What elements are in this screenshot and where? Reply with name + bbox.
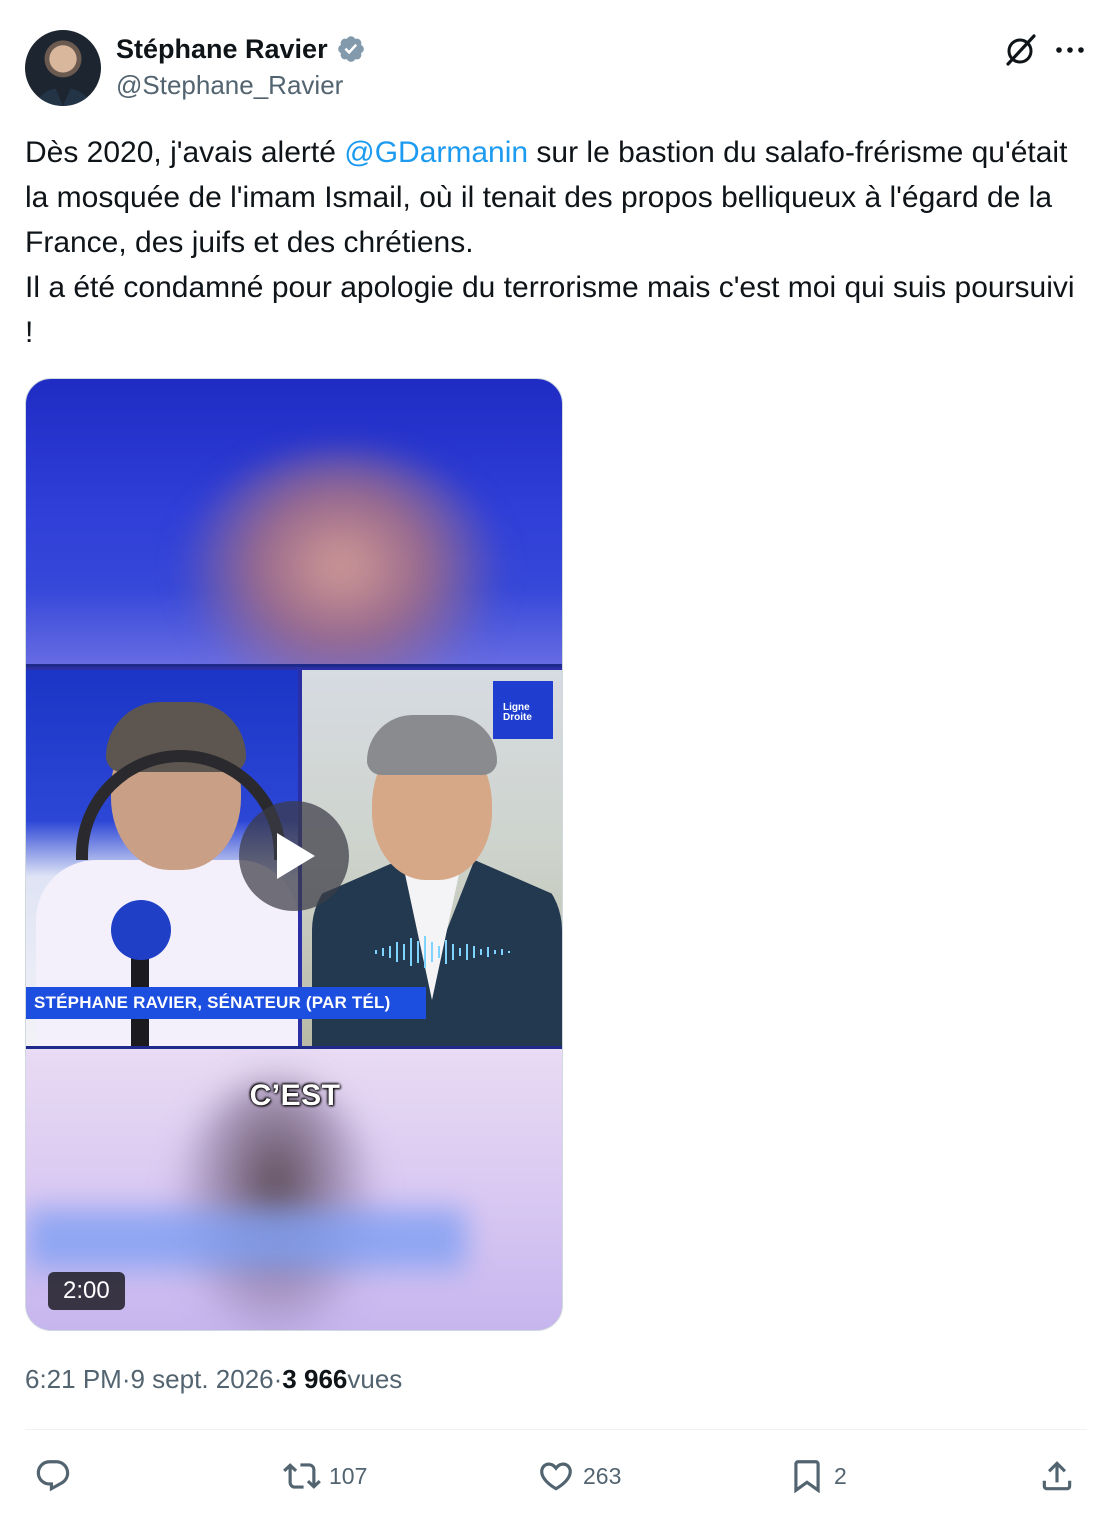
tweet-text: Dès 2020, j'avais alerté @GDarmanin sur … [25,130,1090,355]
video-blur-bar [26,1209,466,1269]
avatar-jacket [31,88,95,106]
video-caption-bar: STÉPHANE RAVIER, SÉNATEUR (PAR TÉL) [26,987,426,1019]
author-name-row: Stéphane Ravier [116,32,366,66]
verified-badge-icon[interactable] [336,34,366,64]
audio-waveform-icon [375,936,510,968]
tweet-meta: 6:21 PM · 9 sept. 2026 · 3 966 vues [25,1364,402,1395]
like-button[interactable]: 263 [537,1450,621,1502]
action-bar: 107 263 2 [0,1450,1111,1505]
tweet-date[interactable]: 9 sept. 2026 [131,1364,274,1395]
grok-icon[interactable] [1000,30,1040,70]
guest-hair [367,715,497,775]
microphone [111,900,171,960]
heart-icon [540,1462,572,1491]
meta-separator-1: · [121,1364,131,1394]
tweet-paragraph-1: Dès 2020, j'avais alerté @GDarmanin sur … [25,130,1090,265]
video-subtitle: C’EST [249,1079,341,1112]
author-display-name[interactable]: Stéphane Ravier [116,34,328,65]
avatar[interactable] [25,30,101,106]
divider [25,1429,1087,1430]
share-icon [1042,1461,1072,1491]
channel-logo: Ligne Droite [493,681,553,739]
tweet-paragraph-2: Il a été condamné pour apologie du terro… [25,271,1075,349]
reply-icon [36,1460,70,1492]
more-icon[interactable] [1052,30,1088,70]
video-duration-badge: 2:00 [48,1272,125,1310]
mention-link[interactable]: @GDarmanin [344,136,528,169]
meta-separator-2: · [273,1364,283,1394]
like-count: 263 [583,1462,622,1489]
tweet-text-part1: Dès 2020, j'avais alerté [25,136,345,169]
views-label: vues [347,1364,403,1394]
views-count: 3 966 [282,1364,348,1394]
retweet-button[interactable]: 107 [283,1450,367,1502]
bookmark-count: 2 [834,1462,847,1489]
reply-button[interactable] [34,1450,80,1502]
bookmark-button[interactable]: 2 [788,1450,847,1502]
tweet-time[interactable]: 6:21 PM [25,1364,122,1395]
share-button[interactable] [1038,1450,1076,1502]
channel-logo-line2: Droite [503,712,532,723]
author-handle[interactable]: @Stephane_Ravier [116,70,343,101]
play-icon [277,833,315,879]
play-button[interactable] [239,801,349,911]
retweet-icon [283,1463,321,1489]
video-blur-background-bottom [176,1079,376,1330]
bookmark-icon [794,1460,820,1494]
retweet-count: 107 [329,1462,368,1489]
video-player[interactable]: Ligne Droite STÉPHANE RAVIER, SÉNATEUR (… [25,378,563,1331]
